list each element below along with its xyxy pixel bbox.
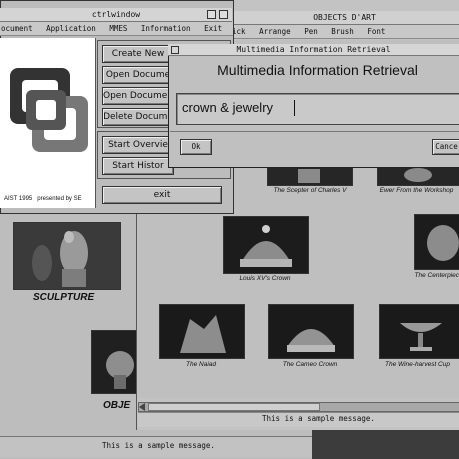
objects-status-text: This is a sample message.	[262, 414, 375, 423]
menu-item-exit[interactable]: Exit	[204, 24, 222, 33]
caption-wine-cup: The Wine-harvest Cup	[385, 361, 450, 368]
mir-dialog-menu-icon[interactable]	[171, 46, 179, 54]
menu-item-document[interactable]: ocument	[1, 24, 33, 33]
ok-button[interactable]: Ok	[180, 139, 212, 155]
objects-window-menubar: ick Arrange Pen Brush Font	[230, 25, 459, 39]
menu-item-font[interactable]: Font	[367, 27, 385, 36]
wine-cup-image	[380, 305, 459, 358]
open-document-button-2[interactable]: Open Documen	[102, 87, 174, 105]
ctrl-window-title: ctrlwindow	[91, 10, 141, 19]
caption-ewer: Ewer From the Workshop	[379, 187, 454, 194]
menu-item-ick[interactable]: ick	[232, 27, 246, 36]
create-new-button[interactable]: Create New	[102, 45, 174, 63]
logo-emblem-icon	[10, 68, 88, 152]
menu-item-application[interactable]: Application	[46, 24, 96, 33]
scroll-left-arrow[interactable]	[139, 403, 145, 411]
thumbnail-naiad[interactable]	[159, 304, 245, 359]
thumbnail-ewer[interactable]	[377, 166, 459, 186]
caption-naiad: The Naiad	[186, 361, 216, 368]
menu-item-mmes[interactable]: MMES	[109, 24, 127, 33]
exit-button[interactable]: exit	[102, 186, 222, 204]
right-dark-area	[312, 425, 459, 459]
thumbnail-wine-cup[interactable]	[379, 304, 459, 359]
ctrl-close-icon[interactable]	[207, 10, 216, 19]
ctrl-window-titlebar[interactable]: ctrlwindow	[0, 8, 232, 22]
thumbnail-scepter[interactable]	[267, 166, 353, 186]
background-status-text: This is a sample message.	[102, 441, 215, 450]
mir-dialog-heading: Multimedia Information Retrieval	[217, 62, 418, 78]
caption-louis-crown: Louis XV's Crown	[239, 275, 291, 282]
query-text: crown & jewelry	[182, 100, 274, 115]
caption-scepter: The Scepter of Charles V	[273, 187, 347, 194]
sculpture-thumbnail[interactable]	[13, 222, 121, 290]
thumbnail-louis-crown[interactable]	[223, 216, 309, 274]
menu-item-brush[interactable]: Brush	[331, 27, 354, 36]
thumbnail-cameo-crown[interactable]	[268, 304, 354, 359]
centerpiece-image	[415, 215, 459, 269]
cameo-crown-image	[269, 305, 353, 358]
naiad-image	[160, 305, 244, 358]
start-history-button[interactable]: Start Histor	[102, 157, 174, 175]
menu-item-information[interactable]: Information	[141, 24, 191, 33]
ctrl-maximize-icon[interactable]	[219, 10, 228, 19]
mir-dialog-divider	[170, 131, 459, 132]
delete-document-button[interactable]: Delete Docume	[102, 108, 174, 126]
ctrl-window-menubar: ocument Application MMES Information Exi…	[0, 22, 233, 36]
menu-item-pen[interactable]: Pen	[304, 27, 318, 36]
logo-caption: AIST 1995 presented by SE	[4, 196, 82, 202]
open-document-button-1[interactable]: Open Docume	[102, 66, 174, 84]
caption-cameo-crown: The Cameo Crown	[282, 361, 338, 368]
objects-image	[92, 331, 137, 393]
objects-window-titlebar[interactable]: OBJECTS D'ART	[230, 11, 459, 25]
scepter-image	[268, 167, 352, 185]
louis-crown-image	[224, 217, 308, 273]
cancel-button[interactable]: Cance	[432, 139, 459, 155]
query-input[interactable]: crown & jewelry	[176, 93, 459, 125]
logo-panel: AIST 1995 presented by SE	[0, 38, 96, 208]
thumbnail-centerpiece[interactable]	[414, 214, 459, 270]
menu-item-arrange[interactable]: Arrange	[259, 27, 291, 36]
objects-label: OBJE	[103, 400, 131, 411]
objects-window-title: OBJECTS D'ART	[313, 13, 376, 22]
mir-dialog-titlebar[interactable]: Multimedia Information Retrieval	[168, 44, 459, 56]
sculpture-label: SCULPTURE	[33, 292, 95, 303]
scroll-thumb[interactable]	[148, 403, 320, 411]
start-overview-button[interactable]: Start Overvie	[102, 136, 174, 154]
mir-dialog-title: Multimedia Information Retrieval	[236, 45, 391, 54]
objects-thumbnail[interactable]	[91, 330, 138, 394]
sculpture-image	[14, 223, 120, 289]
ewer-image	[378, 167, 459, 185]
text-cursor	[294, 100, 295, 116]
caption-centerpiece: The Centerpiec	[414, 272, 459, 279]
